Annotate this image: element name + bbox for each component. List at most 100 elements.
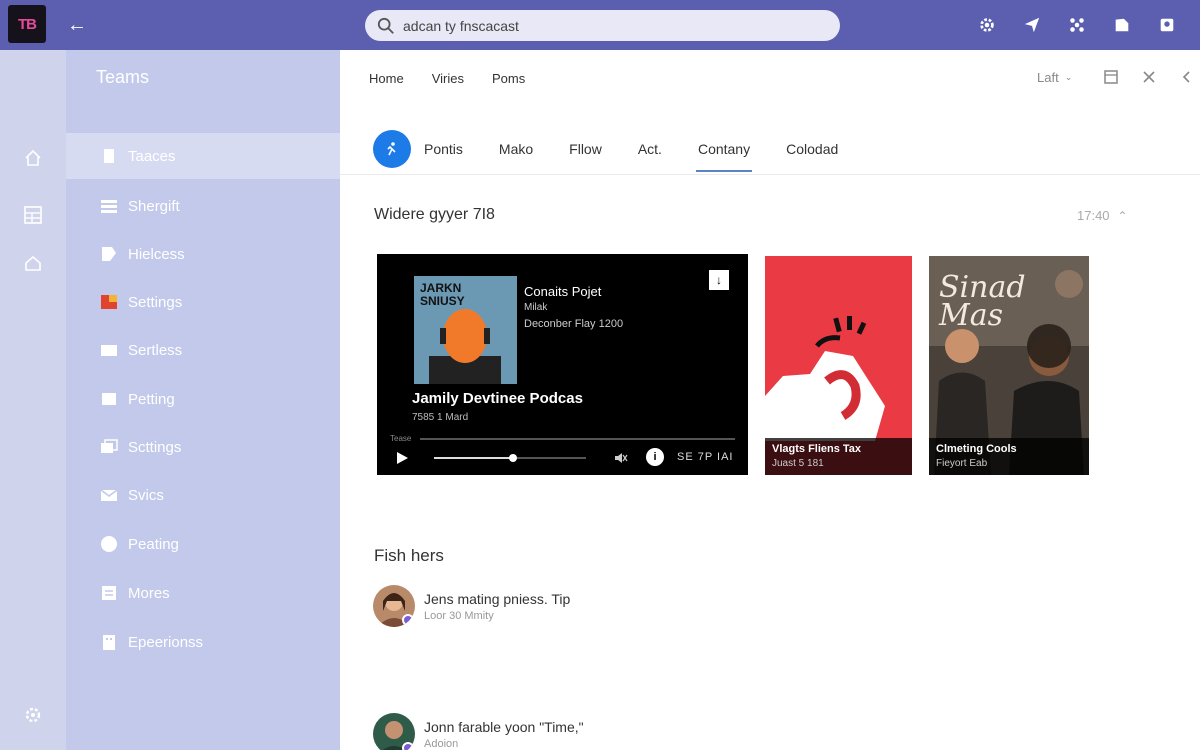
- search-input[interactable]: [403, 17, 823, 34]
- album-art-text: JARKN SNIUSY: [420, 281, 465, 308]
- info-button[interactable]: i: [646, 448, 664, 466]
- mute-icon[interactable]: [614, 451, 628, 465]
- sidebar-item-label: Sertless: [128, 341, 183, 359]
- sidebar-item-label: Hielcess: [128, 245, 185, 263]
- card-subtitle: Fieyort Eab: [936, 458, 988, 469]
- tab-mako[interactable]: Mako: [499, 126, 533, 172]
- section-time: 17:40: [1077, 208, 1110, 223]
- tab-contany[interactable]: Contany: [695, 126, 753, 172]
- home-icon[interactable]: [21, 146, 45, 170]
- apps-icon[interactable]: [1064, 12, 1090, 38]
- view-select[interactable]: Laft ⌄: [1037, 70, 1072, 85]
- chevron-up-icon: ⌃: [1117, 208, 1128, 223]
- sidebar-item-epeerionss[interactable]: Epeerionss: [66, 619, 340, 665]
- top-nav: Home Viries Poms: [369, 71, 525, 86]
- chevron-down-icon: ⌄: [1064, 72, 1073, 82]
- feed-item-title: Jonn farable yoon "Time,": [424, 719, 584, 735]
- feed-item-subtitle: Adoion: [424, 738, 459, 750]
- sidebar-item-petting[interactable]: Petting: [66, 376, 340, 422]
- main-tools: [1103, 68, 1195, 86]
- sidebar-item-taaces[interactable]: Taaces: [66, 133, 340, 179]
- media-card-red[interactable]: Vlagts Fliens Tax Juast 5 181: [765, 256, 912, 475]
- podcast-player[interactable]: JARKN SNIUSY Conaits Pojet Milak Deconbe…: [377, 254, 748, 475]
- sidebar: Teams Taaces Shergift Hielcess Settings …: [66, 50, 340, 750]
- sidebar-item-label: Taaces: [128, 147, 176, 165]
- app-logo[interactable]: TB: [8, 5, 46, 43]
- sidebar-item-shergift[interactable]: Shergift: [66, 183, 340, 229]
- nav-link-home[interactable]: Home: [369, 71, 404, 86]
- run-icon: [387, 142, 396, 156]
- sidebar-item-label: Svics: [128, 486, 164, 504]
- sidebar-item-label: Scttings: [128, 438, 182, 456]
- account-icon[interactable]: [1154, 12, 1180, 38]
- settings-icon[interactable]: [21, 703, 45, 727]
- sidebar-item-settings[interactable]: Settings: [66, 279, 340, 325]
- section-title: Widere gyyer 7I8: [374, 206, 495, 223]
- episode-date: Deconber Flay 1200: [524, 318, 624, 330]
- settings-icon[interactable]: [974, 12, 1000, 38]
- house-icon[interactable]: [21, 251, 45, 275]
- nav-link-poms[interactable]: Poms: [492, 71, 525, 86]
- feed-item-title: Jens mating pniess. Tip: [424, 591, 571, 607]
- flag-icon: [100, 293, 118, 311]
- card-caption: Clmeting Cools Fieyort Eab: [929, 438, 1089, 475]
- sidebar-item-svics[interactable]: Svics: [66, 472, 340, 518]
- sidebar-item-label: Petting: [128, 390, 175, 408]
- tab-colodad[interactable]: Colodad: [786, 126, 838, 172]
- tag-icon: [100, 245, 118, 263]
- main-content: Home Viries Poms Laft ⌄ Pontis Mako Fllo…: [340, 50, 1200, 750]
- layout-icon[interactable]: [1103, 68, 1119, 86]
- stack-icon: [100, 438, 118, 456]
- bookmark-icon[interactable]: [1109, 12, 1135, 38]
- player-label: Tease: [390, 434, 412, 443]
- sidebar-item-label: Settings: [128, 293, 183, 311]
- chevron-left-icon[interactable]: [1179, 68, 1195, 86]
- section-title: Fish hers: [374, 546, 444, 565]
- sidebar-item-peating[interactable]: Peating: [66, 521, 340, 567]
- run-button[interactable]: [373, 130, 411, 168]
- list-icon: [100, 197, 118, 215]
- media-card-photo[interactable]: Sinad Mas Clmeting Cools Fieyort Eab: [929, 256, 1089, 475]
- nav-link-viries[interactable]: Viries: [432, 71, 464, 86]
- sidebar-item-label: Peating: [128, 535, 179, 553]
- download-button[interactable]: ↓: [709, 270, 729, 290]
- left-rail: [0, 50, 66, 750]
- card-overlay-text: Sinad Mas: [939, 270, 1026, 333]
- sidebar-item-sertless[interactable]: Sertless: [66, 327, 340, 373]
- tab-pontis[interactable]: Pontis: [424, 126, 463, 172]
- sidebar-item-mores[interactable]: Mores: [66, 570, 340, 616]
- section-collapse[interactable]: 17:40 ⌃: [1077, 208, 1128, 223]
- tab-act[interactable]: Act.: [638, 126, 662, 172]
- sidebar-item-hielcess[interactable]: Hielcess: [66, 231, 340, 277]
- top-icons: [974, 12, 1180, 38]
- card-icon: [100, 341, 118, 359]
- back-button[interactable]: ←: [64, 12, 90, 38]
- avatar[interactable]: [373, 585, 415, 627]
- send-icon[interactable]: [1019, 12, 1045, 38]
- episode-title: Conaits Pojet: [524, 284, 602, 299]
- presence-badge: [402, 742, 414, 750]
- building-icon: [100, 633, 118, 651]
- show-meta: 7585 1 Mard: [412, 412, 469, 423]
- speed-label[interactable]: SE 7P IAI: [677, 451, 734, 463]
- circle-icon: [100, 535, 118, 553]
- episode-subtitle: Milak: [524, 302, 548, 313]
- tab-fllow[interactable]: Fllow: [569, 126, 602, 172]
- sidebar-item-scttings[interactable]: Scttings: [66, 424, 340, 470]
- album-art[interactable]: JARKN SNIUSY: [414, 276, 517, 384]
- progress-knob[interactable]: [509, 454, 518, 462]
- search-bar[interactable]: [365, 10, 840, 41]
- close-icon[interactable]: [1141, 68, 1157, 86]
- tab-bar: Pontis Mako Fllow Act. Contany Colodad: [373, 126, 874, 172]
- feed-item[interactable]: Jonn farable yoon "Time," Adoion: [373, 713, 584, 750]
- top-bar: TB ←: [0, 0, 1200, 50]
- presence-badge: [402, 614, 414, 626]
- card-caption: Vlagts Fliens Tax Juast 5 181: [765, 438, 912, 475]
- feed-item[interactable]: Jens mating pniess. Tip Loor 30 Mmity: [373, 585, 570, 627]
- play-icon[interactable]: [394, 450, 410, 466]
- grid-icon[interactable]: [21, 203, 45, 227]
- progress-bar[interactable]: [434, 454, 586, 462]
- avatar[interactable]: [373, 713, 415, 750]
- search-icon: [377, 17, 394, 34]
- card-title: Clmeting Cools: [936, 443, 1017, 455]
